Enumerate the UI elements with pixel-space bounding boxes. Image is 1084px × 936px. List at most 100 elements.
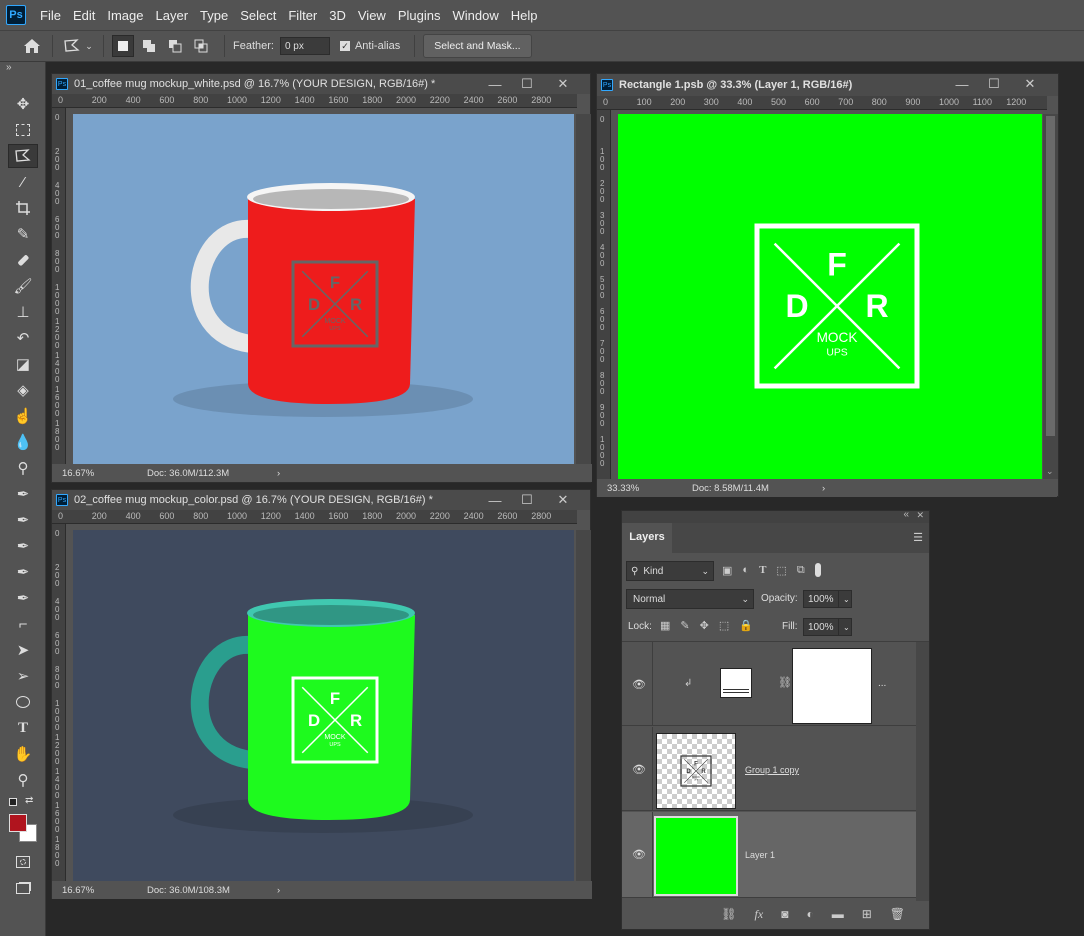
menu-select[interactable]: Select (234, 8, 282, 23)
pen-tool-icon[interactable]: ✒ (8, 482, 38, 506)
zoom-level[interactable]: 16.67% (62, 468, 142, 479)
collapse-panel-icon[interactable]: « (903, 509, 909, 520)
link-icon[interactable]: ⛓ (778, 676, 792, 689)
close-panel-icon[interactable]: ✕ (916, 510, 924, 521)
move-tool-icon[interactable]: ✥ (8, 92, 38, 116)
menu-image[interactable]: Image (101, 8, 149, 23)
close-button[interactable]: ✕ (1015, 74, 1045, 94)
new-group-icon[interactable]: ▬ (832, 907, 844, 921)
blend-mode-select[interactable]: Normal ⌄ (626, 589, 754, 609)
lock-image-icon[interactable]: ✎ (680, 619, 689, 632)
zoom-level[interactable]: 33.33% (607, 483, 687, 494)
minimize-button[interactable]: — (480, 74, 510, 94)
filter-toggle-icon[interactable] (814, 563, 821, 577)
adjustment-layer-icon[interactable]: ◐ (806, 907, 813, 921)
lock-artboard-icon[interactable]: ⬚ (719, 619, 729, 632)
antialias-checkbox[interactable]: ✓ (339, 41, 350, 51)
menu-view[interactable]: View (352, 8, 392, 23)
layers-scrollbar[interactable] (916, 642, 929, 901)
menu-filter[interactable]: Filter (282, 8, 323, 23)
lock-transparent-icon[interactable]: ▦ (660, 619, 670, 632)
menu-plugins[interactable]: Plugins (392, 8, 447, 23)
filter-kind-select[interactable]: ⚲ Kind ⌄ (626, 561, 714, 581)
history-brush-tool-icon[interactable]: ↶ (8, 326, 38, 350)
menu-type[interactable]: Type (194, 8, 234, 23)
minimize-button[interactable]: — (947, 74, 977, 94)
new-layer-icon[interactable]: ⊞ (862, 907, 872, 921)
delete-layer-icon[interactable]: 🗑 (890, 907, 905, 921)
add-to-selection-button[interactable] (138, 35, 160, 57)
filter-smart-object-icon[interactable]: ⧉ (797, 564, 805, 577)
tool-preset-picker[interactable]: ⌄ (61, 38, 95, 54)
layer-row-group-1-copy[interactable]: 👁 F D R MOCK UPS Group 1 copy (622, 727, 916, 811)
layer-mask-thumbnail[interactable] (792, 648, 872, 724)
visibility-eye-icon[interactable]: 👁 (632, 678, 646, 691)
chevron-right-icon[interactable]: › (277, 885, 280, 896)
lock-all-icon[interactable]: 🔒 (739, 619, 753, 632)
vertical-scrollbar[interactable] (576, 114, 591, 464)
path-selection-tool-icon[interactable]: ➤ (8, 638, 38, 662)
close-button[interactable]: ✕ (548, 74, 578, 94)
home-icon[interactable] (20, 38, 44, 54)
add-mask-icon[interactable]: ◙ (781, 907, 788, 921)
expand-toolbar-icon[interactable]: » (6, 62, 12, 73)
convert-point-tool-icon[interactable]: ⌐ (8, 612, 38, 636)
clone-stamp-tool-icon[interactable]: ⊥ (8, 300, 38, 324)
vertical-scrollbar[interactable]: ⌄ (1043, 114, 1058, 479)
visibility-eye-icon[interactable]: 👁 (632, 763, 646, 776)
fill-input[interactable]: 100% (803, 618, 839, 636)
new-selection-button[interactable] (112, 35, 134, 57)
zoom-level[interactable]: 16.67% (62, 885, 142, 896)
filter-adjustment-icon[interactable]: ◐ (742, 564, 749, 576)
scrollbar-thumb[interactable] (1046, 116, 1055, 436)
canvas[interactable]: F D R MOCK UPS (73, 530, 574, 882)
foreground-color-swatch[interactable] (9, 814, 27, 832)
type-tool-icon[interactable]: T (8, 716, 38, 740)
polygonal-lasso-tool-icon[interactable] (8, 144, 38, 168)
chevron-right-icon[interactable]: › (822, 483, 825, 494)
panel-menu-icon[interactable]: ☰ (913, 531, 923, 544)
eraser-tool-icon[interactable]: ◪ (8, 352, 38, 376)
maximize-button[interactable]: ☐ (512, 74, 542, 94)
swap-colors-icon[interactable]: ⇄ (25, 795, 33, 806)
minimize-button[interactable]: — (480, 490, 510, 510)
layer-name[interactable]: Group 1 copy (745, 765, 799, 775)
quick-mask-icon[interactable] (8, 850, 38, 874)
smudge-tool-icon[interactable]: ☝ (8, 404, 38, 428)
feather-input[interactable]: 0 px (279, 37, 330, 55)
canvas[interactable]: F D R MOCK UPS (73, 114, 574, 464)
filter-type-icon[interactable]: T (759, 564, 766, 576)
menu-file[interactable]: File (34, 8, 67, 23)
canvas[interactable]: F D R MOCK UPS (618, 114, 1042, 479)
marquee-tool-icon[interactable] (8, 118, 38, 142)
maximize-button[interactable]: ☐ (979, 74, 1009, 94)
menu-layer[interactable]: Layer (150, 8, 195, 23)
paint-bucket-tool-icon[interactable]: ◈ (8, 378, 38, 402)
maximize-button[interactable]: ☐ (512, 490, 542, 510)
opacity-input[interactable]: 100% (803, 590, 839, 608)
menu-help[interactable]: Help (505, 8, 544, 23)
healing-brush-tool-icon[interactable] (8, 248, 38, 272)
crop-tool-icon[interactable] (8, 196, 38, 220)
dodge-tool-icon[interactable]: ⚲ (8, 456, 38, 480)
filter-pixel-icon[interactable]: ▣ (722, 564, 732, 577)
tab-layers[interactable]: Layers (622, 523, 672, 553)
subtract-from-selection-button[interactable] (164, 35, 186, 57)
direct-selection-tool-icon[interactable]: ➢ (8, 664, 38, 688)
delete-anchor-tool-icon[interactable]: ✒ (8, 586, 38, 610)
magic-wand-tool-icon[interactable]: ⁄ (8, 170, 38, 194)
chevron-down-icon[interactable]: ⌄ (1046, 466, 1054, 477)
curvature-pen-tool-icon[interactable]: ✒ (8, 534, 38, 558)
opacity-dropdown-icon[interactable]: ⌄ (838, 590, 852, 608)
filter-shape-icon[interactable]: ⬚ (776, 564, 786, 577)
blur-tool-icon[interactable]: 💧 (8, 430, 38, 454)
layer-row-adjustment[interactable]: 👁 ↲ ⛓ ... (622, 642, 916, 726)
vertical-scrollbar[interactable] (576, 530, 591, 882)
lock-position-icon[interactable]: ✥ (700, 619, 709, 632)
layer-name[interactable]: Layer 1 (745, 850, 775, 860)
screen-mode-icon[interactable] (8, 876, 38, 900)
eyedropper-tool-icon[interactable]: ✎ (8, 222, 38, 246)
visibility-eye-icon[interactable]: 👁 (632, 848, 646, 861)
freeform-pen-tool-icon[interactable]: ✒ (8, 508, 38, 532)
menu-edit[interactable]: Edit (67, 8, 101, 23)
